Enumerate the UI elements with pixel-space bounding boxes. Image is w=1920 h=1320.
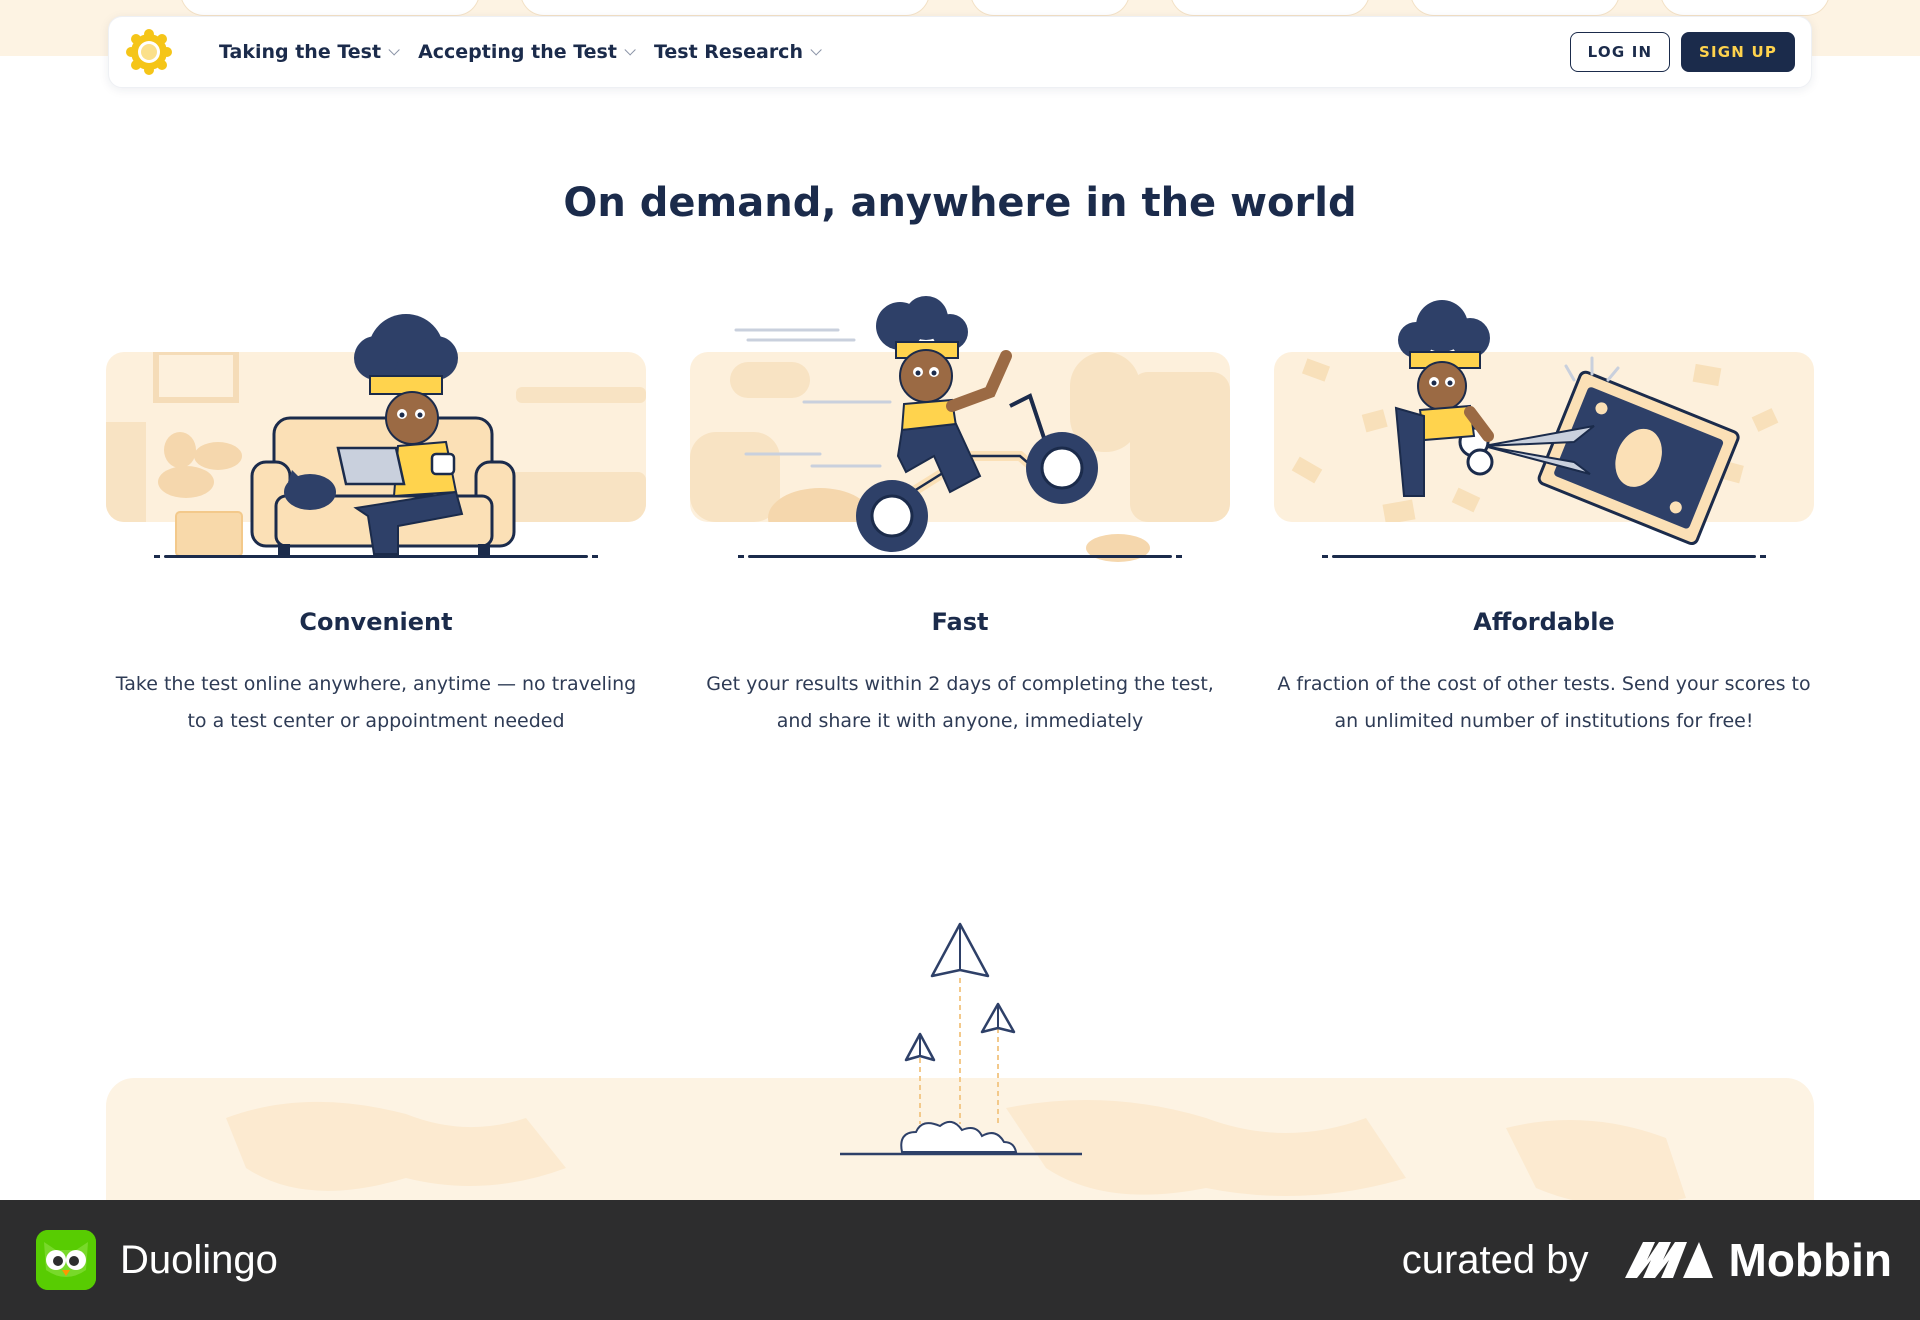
mobbin-logo: Mobbin: [1624, 1233, 1893, 1287]
mobbin-mark-icon: [1624, 1242, 1713, 1278]
nav-accepting-the-test[interactable]: Accepting the Test: [418, 41, 636, 63]
cutting-money-illustration: [1274, 296, 1814, 566]
nav-link-label: Accepting the Test: [418, 41, 617, 63]
feature-description: Take the test online anywhere, anytime —…: [115, 673, 637, 732]
duolingo-owl-icon: [36, 1230, 96, 1290]
log-in-button[interactable]: LOG IN: [1570, 32, 1670, 72]
top-navbar: Taking the Test Accepting the Test Test …: [108, 16, 1812, 88]
section-headline: On demand, anywhere in the world: [563, 180, 1357, 226]
feature-description: Get your results within 2 days of comple…: [706, 673, 1214, 732]
nav-links: Taking the Test Accepting the Test Test …: [219, 41, 822, 63]
feature-title: Affordable: [1473, 608, 1615, 636]
chevron-down-icon: [388, 44, 400, 56]
chevron-down-icon: [810, 44, 822, 56]
curated-by-label: curated by: [1401, 1237, 1589, 1282]
feature-title: Convenient: [299, 608, 453, 636]
sign-up-button[interactable]: SIGN UP: [1681, 32, 1795, 72]
feature-fast: Fast Get your results within 2 days of c…: [690, 296, 1230, 732]
nav-link-label: Taking the Test: [219, 41, 382, 63]
chevron-down-icon: [624, 44, 636, 56]
nav-actions: LOG IN SIGN UP: [1570, 32, 1795, 72]
app-name: Duolingo: [120, 1237, 278, 1282]
feature-description: A fraction of the cost of other tests. S…: [1277, 673, 1811, 732]
feature-convenient: Convenient Take the test online anywhere…: [106, 296, 646, 732]
mobbin-footer: Duolingo curated by Mobbin: [0, 1200, 1920, 1320]
nav-test-research[interactable]: Test Research: [653, 41, 822, 63]
paper-planes-illustration: [836, 918, 1086, 1158]
couch-laptop-illustration: [106, 296, 646, 566]
mobbin-brand: Mobbin: [1728, 1234, 1893, 1286]
nav-taking-the-test[interactable]: Taking the Test: [219, 41, 400, 63]
nav-link-label: Test Research: [653, 41, 803, 63]
bicycle-illustration: [690, 296, 1230, 566]
feature-title: Fast: [931, 608, 989, 636]
feature-affordable: Affordable A fraction of the cost of oth…: [1274, 296, 1814, 732]
sun-logo-icon[interactable]: [125, 28, 173, 76]
